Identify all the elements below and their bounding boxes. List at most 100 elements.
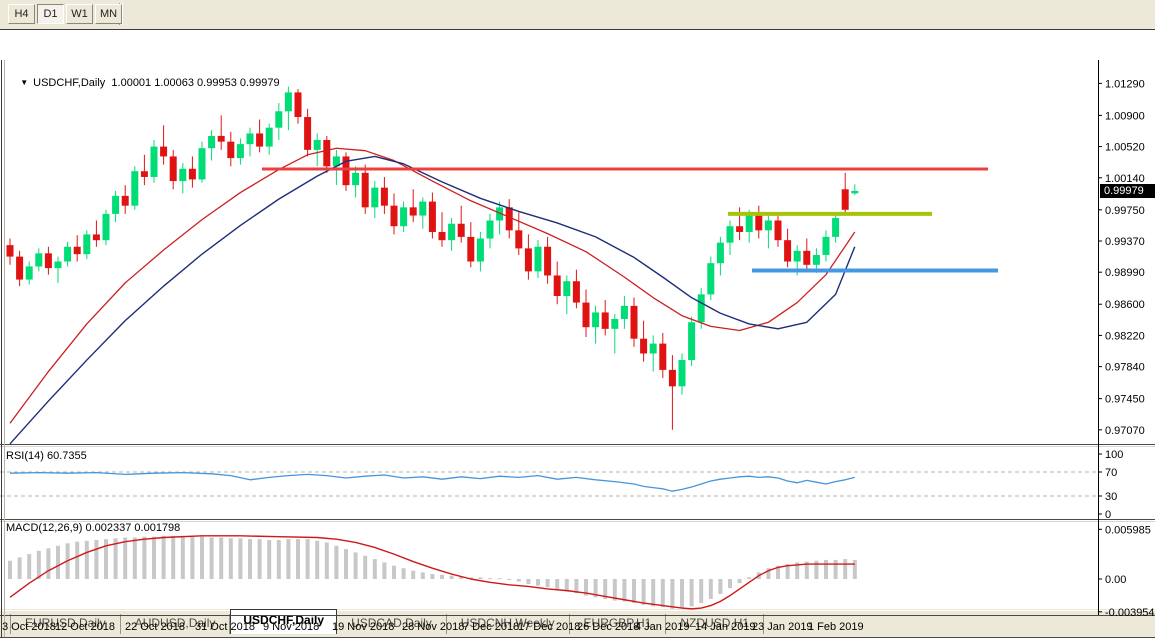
candle-body	[746, 216, 753, 232]
axis-tick-label: 0.98220	[1105, 330, 1145, 342]
candle-body	[189, 169, 196, 180]
macd-histogram	[8, 536, 857, 609]
axis-tick-label: -0.003954	[1105, 607, 1155, 619]
date-tick-label: 22 Oct 2018	[125, 621, 185, 633]
chart-header: ▼ USDCHF,Daily 1.00001 1.00063 0.99953 0.…	[8, 65, 280, 101]
candle-body	[583, 303, 590, 328]
candle-body	[602, 312, 609, 328]
candle-body	[170, 156, 177, 181]
candle-body	[832, 218, 839, 237]
candle-body	[640, 339, 647, 354]
timeframe-button-h4[interactable]: H4	[8, 4, 35, 24]
date-tick-label: 17 Dec 2018	[518, 621, 580, 633]
symbol-title: USDCHF,Daily	[33, 77, 105, 89]
candle-body	[35, 253, 42, 266]
candle-body	[439, 232, 446, 240]
candle-body	[227, 142, 234, 158]
date-tick-label: 19 Nov 2018	[332, 621, 394, 633]
candle-body	[650, 344, 657, 354]
candle-body	[669, 370, 676, 386]
rsi-line	[10, 473, 855, 492]
candle-body	[103, 214, 110, 240]
date-tick-label: 28 Nov 2018	[402, 621, 464, 633]
candle-body	[458, 224, 465, 237]
ohlc-readout: 1.00001 1.00063 0.99953 0.99979	[111, 77, 279, 89]
timeframe-toolbar: H4D1W1MN	[0, 0, 1155, 29]
macd-indicator-label: MACD(12,26,9) 0.002337 0.001798	[6, 522, 180, 534]
candle-body	[160, 147, 167, 157]
axis-tick-label: 0.98990	[1105, 267, 1145, 279]
candle-body	[535, 247, 542, 272]
candle-body	[448, 224, 455, 240]
axis-tick-label: 1.00140	[1105, 173, 1145, 185]
candle-body	[688, 322, 695, 360]
candle-body	[26, 266, 33, 279]
candle-body	[554, 275, 561, 296]
date-tick-label: 26 Dec 2018	[577, 621, 639, 633]
axis-tick-label: 0.98600	[1105, 299, 1145, 311]
axis-tick-label: 0.00	[1105, 574, 1126, 586]
axis-tick-label: 1.01290	[1105, 78, 1145, 90]
candles-group	[7, 87, 859, 430]
axis-tick-label: 0.99750	[1105, 205, 1145, 217]
candle-body	[544, 247, 551, 276]
candle-body	[314, 140, 321, 150]
candle-body	[698, 294, 705, 322]
candle-body	[199, 148, 206, 179]
axis-tick-label: 30	[1105, 491, 1117, 503]
candle-body	[151, 147, 158, 177]
candle-body	[275, 111, 282, 127]
candle-body	[794, 251, 801, 262]
candle-body	[247, 133, 254, 144]
candle-body	[208, 136, 215, 148]
axis-tick-label: 0.99370	[1105, 236, 1145, 248]
axis-tick-label: 100	[1105, 449, 1123, 461]
candle-body	[141, 171, 148, 177]
candle-body	[823, 237, 830, 255]
candle-body	[775, 220, 782, 240]
chart-window: ▼ USDCHF,Daily 1.00001 1.00063 0.99953 0.…	[0, 29, 1155, 609]
candle-body	[122, 196, 129, 206]
candle-body	[621, 306, 628, 319]
candle-body	[515, 230, 522, 248]
candle-body	[323, 140, 330, 166]
date-tick-label: 3 Oct 2018	[2, 621, 56, 633]
candle-body	[295, 92, 302, 117]
candle-body	[93, 234, 100, 240]
timeframe-button-w1[interactable]: W1	[66, 4, 93, 24]
timeframe-button-mn[interactable]: MN	[95, 4, 122, 24]
axis-tick-label: 1.00900	[1105, 110, 1145, 122]
candle-body	[381, 188, 388, 206]
candle-body	[631, 306, 638, 339]
chevron-down-icon[interactable]: ▼	[20, 78, 28, 87]
candle-body	[64, 247, 71, 262]
candle-body	[851, 191, 858, 193]
date-tick-label: 31 Oct 2018	[195, 621, 255, 633]
candle-body	[679, 360, 686, 386]
candle-body	[659, 344, 666, 370]
candle-body	[419, 202, 426, 216]
rsi-indicator-label: RSI(14) 60.7355	[6, 450, 87, 462]
timeframe-button-d1[interactable]: D1	[37, 4, 64, 24]
candle-body	[400, 207, 407, 226]
candle-body	[266, 128, 273, 147]
candle-body	[410, 207, 417, 215]
candle-body	[304, 117, 311, 150]
candle-body	[391, 206, 398, 227]
candle-body	[813, 255, 820, 265]
candle-body	[16, 257, 23, 280]
candle-body	[736, 226, 743, 232]
candle-body	[563, 281, 570, 296]
date-tick-label: 4 Jan 2019	[635, 621, 689, 633]
candle-body	[218, 136, 225, 142]
candle-body	[74, 247, 81, 254]
candle-body	[55, 262, 62, 269]
candle-body	[83, 234, 90, 254]
axis-tick-label: 0.97070	[1105, 425, 1145, 437]
chart-canvas[interactable]: 1.012901.009001.005201.001400.997500.993…	[0, 60, 1155, 638]
candle-body	[285, 92, 292, 111]
rsi-level-lines	[0, 472, 1098, 496]
price-axis: 1.012901.009001.005201.001400.997500.993…	[1098, 78, 1155, 618]
candle-body	[362, 173, 369, 207]
axis-tick-label: 0	[1105, 509, 1111, 521]
